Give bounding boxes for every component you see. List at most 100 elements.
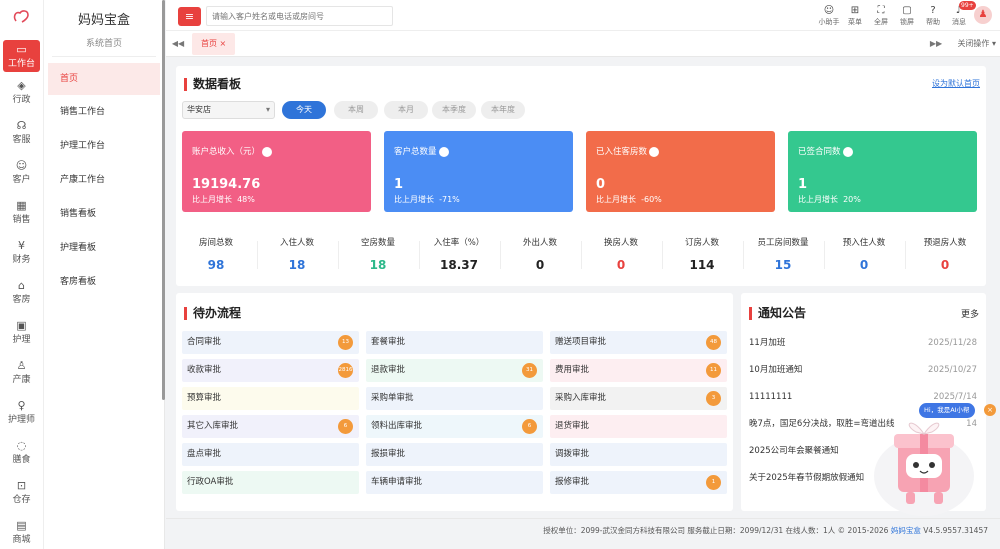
stat-card-3: 已签合同数? 1 比上月增长 20% (788, 131, 977, 212)
assistant-icon: ☺ (823, 5, 835, 16)
metric-value: 98 (207, 258, 225, 272)
menu-item-2[interactable]: 护理工作台 (44, 129, 164, 163)
rail-item-service[interactable]: ☊ 客服 (0, 112, 43, 152)
sales-icon: ▦ (16, 198, 27, 212)
todo-item[interactable]: 费用审批 11 (550, 359, 727, 382)
rail-item-workbench[interactable]: ▭ 工作台 (3, 40, 40, 72)
metric-1: 入住人数 18 (257, 236, 337, 272)
tool-lock-button[interactable]: ▢ 锁屏 (894, 4, 920, 27)
module-rail: ▭ 工作台 ◈ 行政 ☊ 客服 ☺ 客户 ▦ 销售 ¥ 财务 ⌂ 客房 ▣ 护理 ♙ 产康 ♀ 护理师 ◌ 膳食 ⊡ 仓存 ▤ 商… (0, 0, 44, 549)
stat-card-2: 已入住客房数? 0 比上月增长 -60% (586, 131, 775, 212)
todo-item[interactable]: 赠送项目审批 48 (550, 331, 727, 354)
todo-count-badge: 13 (338, 335, 353, 350)
menu-item-3[interactable]: 产康工作台 (44, 163, 164, 197)
menu-item-0[interactable]: 首页 (48, 63, 160, 95)
help-icon[interactable]: ? (262, 147, 273, 157)
metric-label: 外出人数 (522, 238, 557, 248)
tool-menu-grid-button[interactable]: ⊞ 菜单 (842, 4, 868, 27)
tool-message-label: 消息 (952, 18, 966, 26)
todo-label: 收款审批 (187, 365, 222, 375)
todo-item[interactable]: 盘点审批 (182, 443, 359, 466)
period-tab-3[interactable]: 本季度 (432, 101, 476, 119)
todo-item[interactable]: 行政OA审批 (182, 471, 359, 494)
tab-prev-button[interactable]: ◀◀ (168, 31, 188, 57)
metric-5: 换房人数 0 (581, 236, 661, 272)
set-default-link[interactable]: 设为默认首页 (932, 78, 980, 89)
assistant-bubble[interactable]: Hi，我是AI小帮 (919, 403, 975, 418)
tab-bar: ◀◀ 首页 × ▶▶ 关闭操作 ▾ (166, 31, 1000, 57)
metric-divider (662, 241, 663, 269)
tool-help-button[interactable]: ? 帮助 (920, 4, 946, 27)
hamburger-icon: ≡ (184, 10, 195, 23)
store-select[interactable]: 华安店 ▾ (182, 101, 275, 119)
metric-divider (500, 241, 501, 269)
todo-item[interactable]: 调拨审批 (550, 443, 727, 466)
metric-label: 入住率（%） (433, 238, 485, 248)
tool-assistant-button[interactable]: ☺ 小助手 (816, 4, 842, 27)
metric-value: 18 (369, 258, 387, 272)
todo-item[interactable]: 收款审批 2816 (182, 359, 359, 382)
metric-divider (419, 241, 420, 269)
search-input[interactable] (206, 6, 393, 26)
tool-fullscreen-button[interactable]: ⛶ 全屏 (868, 4, 894, 27)
tab-close-icon[interactable]: × (220, 39, 227, 48)
rail-item-customer[interactable]: ☺ 客户 (0, 152, 43, 192)
menu-item-4[interactable]: 销售看板 (44, 197, 164, 231)
rail-item-recovery[interactable]: ♙ 产康 (0, 352, 43, 392)
menu-item-5[interactable]: 护理看板 (44, 231, 164, 265)
workbench-icon: ▭ (16, 42, 27, 56)
todo-item[interactable]: 报修审批 1 (550, 471, 727, 494)
todo-item[interactable]: 领料出库审批 6 (366, 415, 543, 438)
period-tab-1[interactable]: 本周 (334, 101, 378, 119)
avatar[interactable]: ♟ (974, 6, 992, 24)
period-tab-2[interactable]: 本月 (384, 101, 428, 119)
menu-scrollbar[interactable] (162, 0, 165, 400)
tab-home[interactable]: 首页 × (192, 33, 236, 55)
rail-item-warehouse[interactable]: ⊡ 仓存 (0, 472, 43, 512)
todo-item[interactable]: 车辆申请审批 (366, 471, 543, 494)
ai-assistant[interactable]: Hi，我是AI小帮 × (872, 398, 998, 518)
period-tab-4[interactable]: 本年度 (481, 101, 525, 119)
footer: 授权单位：2099-武汉金同方科技有限公司 服务截止日期：2099/12/31 … (166, 518, 1000, 549)
todo-item[interactable]: 套餐审批 (366, 331, 543, 354)
rail-item-sales[interactable]: ▦ 销售 (0, 192, 43, 232)
help-icon[interactable]: ? (649, 147, 660, 157)
close-icon[interactable]: × (984, 404, 996, 416)
rail-item-mall[interactable]: ▤ 商城 (0, 512, 43, 549)
notice-item[interactable]: 11月加班 2025/11/28 (749, 329, 977, 357)
todo-label: 合同审批 (187, 337, 222, 347)
tab-next-button[interactable]: ▶▶ (926, 31, 946, 57)
menu-toggle-button[interactable]: ≡ (178, 7, 201, 26)
todo-item[interactable]: 预算审批 (182, 387, 359, 410)
more-link[interactable]: 更多 (961, 307, 979, 320)
todo-item[interactable]: 采购单审批 (366, 387, 543, 410)
todo-item[interactable]: 合同审批 13 (182, 331, 359, 354)
help-icon[interactable]: ? (842, 147, 853, 157)
rail-item-nursing[interactable]: ▣ 护理 (0, 312, 43, 352)
todo-title: 待办流程 (184, 307, 241, 320)
rail-item-room[interactable]: ⌂ 客房 (0, 272, 43, 312)
todo-item[interactable]: 其它入库审批 6 (182, 415, 359, 438)
rail-item-finance[interactable]: ¥ 财务 (0, 232, 43, 272)
notice-title: 通知公告 (749, 307, 806, 320)
todo-count-badge: 31 (522, 363, 537, 378)
warehouse-icon: ⊡ (16, 478, 27, 492)
menu-item-1[interactable]: 销售工作台 (44, 95, 164, 129)
todo-item[interactable]: 报损审批 (366, 443, 543, 466)
todo-item[interactable]: 退货审批 (550, 415, 727, 438)
close-operations-dropdown[interactable]: 关闭操作 ▾ (957, 31, 996, 57)
todo-item[interactable]: 采购入库审批 3 (550, 387, 727, 410)
todo-item[interactable]: 退款审批 31 (366, 359, 543, 382)
tool-message-button[interactable]: ♪ 消息 99+ (946, 1, 976, 27)
period-tab-0[interactable]: 今天 (282, 101, 326, 119)
rail-item-admin[interactable]: ◈ 行政 (0, 72, 43, 112)
footer-brand-link[interactable]: 妈妈宝盒 (891, 526, 921, 535)
stat-value: 1 (394, 177, 404, 192)
stat-label: 客户总数量? (394, 145, 449, 157)
notice-item[interactable]: 10月加班通知 2025/10/27 (749, 356, 977, 384)
menu-item-6[interactable]: 客房看板 (44, 265, 164, 299)
todo-count-badge: 1 (706, 475, 721, 490)
help-icon[interactable]: ? (438, 147, 449, 157)
rail-item-meal[interactable]: ◌ 膳食 (0, 432, 43, 472)
rail-item-nurse[interactable]: ♀ 护理师 (0, 392, 43, 432)
